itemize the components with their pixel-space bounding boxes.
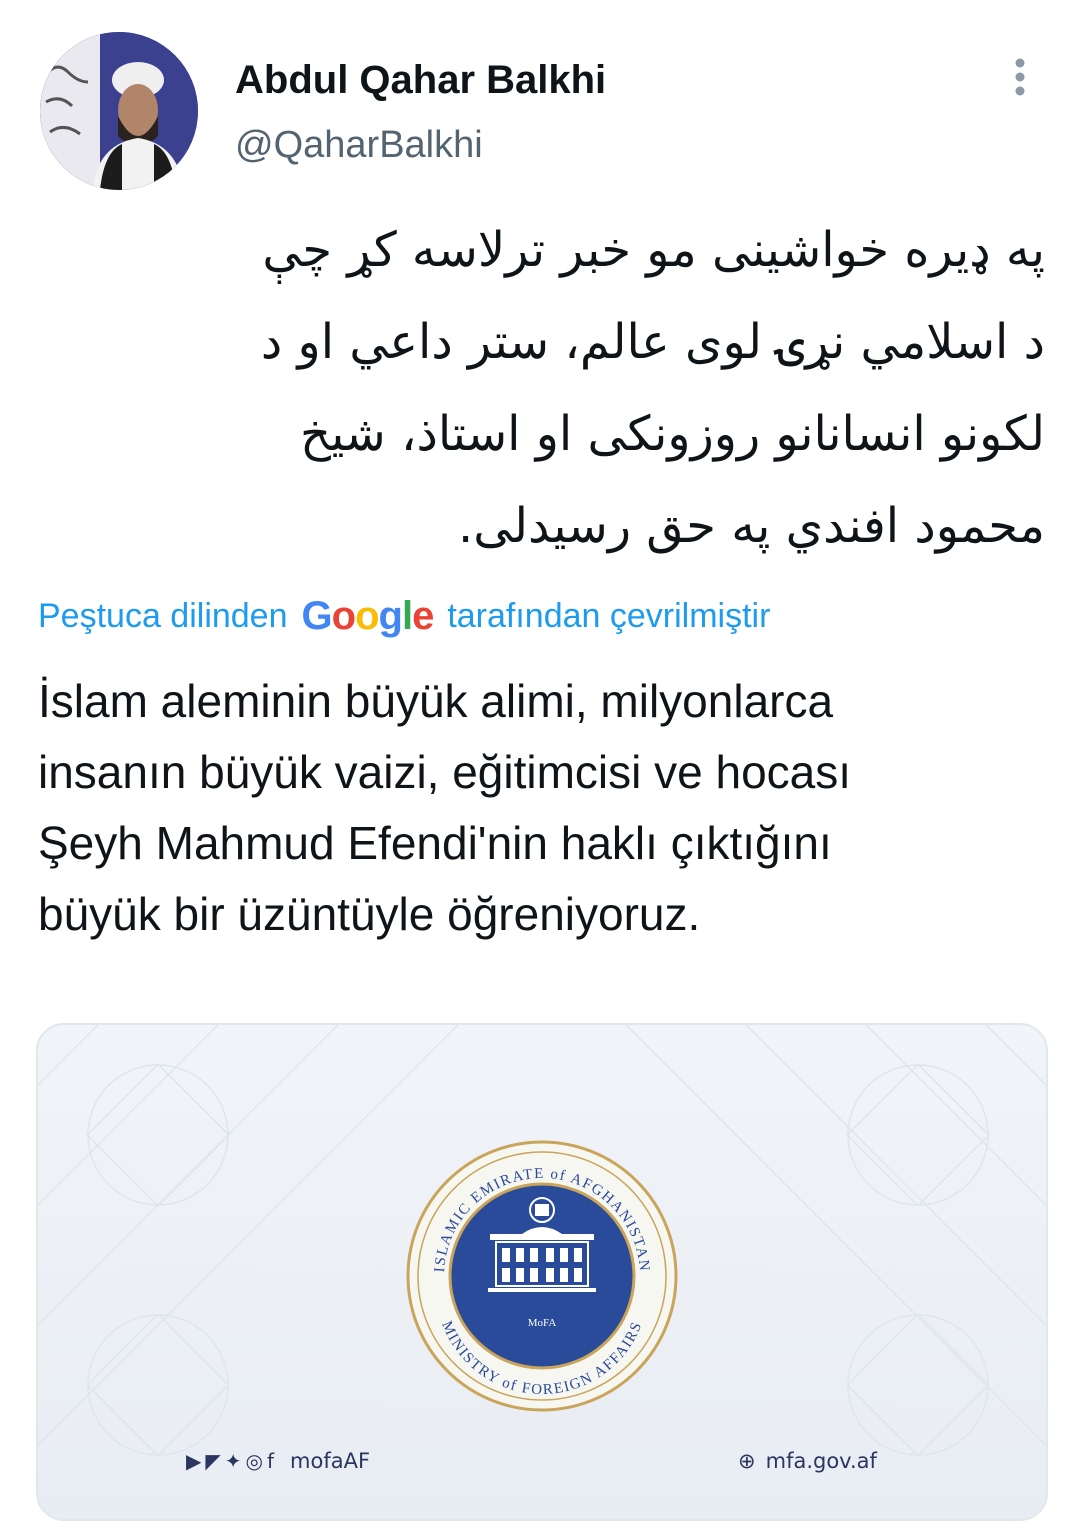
tweet-translated-line: İslam aleminin büyük alimi, milyonlarca: [38, 675, 834, 727]
globe-icon: ⊕: [738, 1449, 756, 1473]
tweet-translated-line: insanın büyük vaizi, eğitimcisi ve hocas…: [38, 746, 852, 798]
social-icons: ▶ ◤ ✦ ◎ f: [186, 1449, 274, 1473]
tweet-original-line: لکونو انسانانو روزونکی او استاذ، شیخ: [300, 406, 1045, 462]
author-name[interactable]: Abdul Qahar Balkhi: [235, 56, 606, 104]
youtube-icon: ▶: [186, 1449, 202, 1473]
instagram-icon: ◎: [245, 1449, 263, 1473]
more-vertical-icon: [1015, 58, 1025, 96]
mofa-seal-graphic: ISLAMIC EMIRATE of AFGHANISTAN MINISTRY …: [406, 1140, 678, 1412]
tweet-original-line: د اسلامي نړۍ لوی عالم، ستر داعي او د: [260, 314, 1045, 370]
more-options-button[interactable]: [990, 52, 1050, 102]
tweet-translated-line: Şeyh Mahmud Efendi'nin haklı çıktığını: [38, 817, 832, 869]
avatar-photo: [40, 32, 198, 190]
social-handle: mofaAF: [290, 1449, 371, 1473]
tweet-translated-text: İslam aleminin büyük alimi, milyonlarca …: [38, 666, 1048, 950]
twitter-icon: ✦: [224, 1449, 242, 1473]
author-handle[interactable]: @QaharBalkhi: [235, 122, 483, 168]
facebook-icon: f: [267, 1449, 275, 1473]
mofa-seal: ISLAMIC EMIRATE of AFGHANISTAN MINISTRY …: [404, 1138, 680, 1418]
tweet-media-image[interactable]: ISLAMIC EMIRATE of AFGHANISTAN MINISTRY …: [36, 1023, 1048, 1521]
website-url: mfa.gov.af: [765, 1449, 877, 1473]
tweet-original-line: په ډیره خواشینی مو خبر ترلاسه کړ چې: [262, 222, 1045, 278]
tweet-translated-line: büyük bir üzüntüyle öğreniyoruz.: [38, 888, 701, 940]
translation-prefix: Peştuca dilinden: [38, 597, 288, 635]
tweet-original-line: محمود افندي په حق رسیدلی.: [458, 498, 1045, 554]
google-logo: Google: [301, 594, 435, 638]
tweet-original-text: په ډیره خواشینی مو خبر ترلاسه کړ چې د اس…: [60, 204, 1045, 572]
seal-center-text: MoFA: [528, 1317, 557, 1329]
author-avatar[interactable]: [40, 32, 198, 190]
card-footer-website: ⊕ mfa.gov.af: [738, 1449, 877, 1473]
translation-suffix: tarafından çevrilmiştir: [447, 597, 771, 635]
translation-attribution[interactable]: Peştuca dilinden Google tarafından çevri…: [38, 594, 1038, 639]
card-footer-social: ▶ ◤ ✦ ◎ f mofaAF: [186, 1449, 370, 1473]
telegram-icon: ◤: [205, 1449, 221, 1473]
